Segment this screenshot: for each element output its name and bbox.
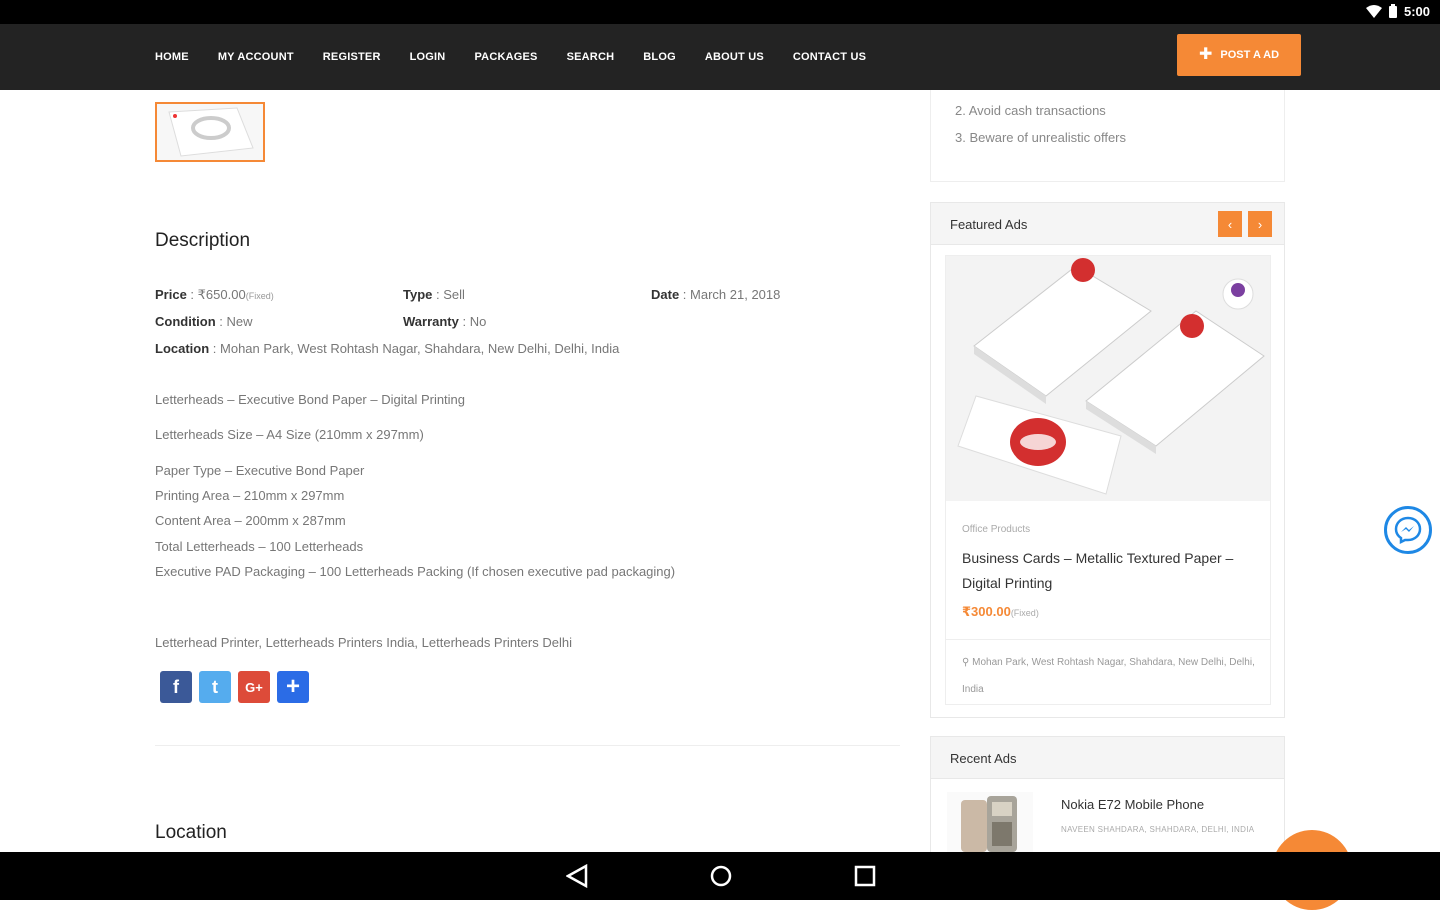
description-line: Paper Type – Executive Bond Paper [155,463,365,478]
google-plus-share-button[interactable]: G+ [238,671,270,703]
description-line: Content Area – 200mm x 287mm [155,513,346,528]
business-cards-image [946,256,1270,501]
safety-tips-panel: 2. Avoid cash transactions 3. Beware of … [930,90,1285,182]
date-field: Date : March 21, 2018 [651,287,781,302]
nav-about-us[interactable]: ABOUT US [705,51,764,63]
recent-ads-panel: Recent Ads Nokia E72 Mobile Phone NAVEEN… [930,736,1285,852]
location-label: Location [155,341,210,356]
recent-ads-title: Recent Ads [950,751,1017,766]
back-icon[interactable] [566,864,588,888]
description-line: Total Letterheads – 100 Letterheads [155,539,364,554]
date-value: March 21, 2018 [690,287,781,302]
condition-label: Condition [155,314,216,329]
post-ad-label: POST A AD [1220,49,1280,61]
nav-my-account[interactable]: MY ACCOUNT [218,51,294,63]
nav-links: HOME MY ACCOUNT REGISTER LOGIN PACKAGES … [155,24,866,90]
featured-ad-location-text: Mohan Park, West Rohtash Nagar, Shahdara… [962,657,1255,695]
type-value: Sell [443,287,465,302]
warranty-value: No [469,314,487,329]
description-line: Letterheads – Executive Bond Paper – Dig… [155,392,466,407]
featured-next-button[interactable]: › [1248,211,1272,237]
location-heading: Location [155,822,227,843]
phone-image [961,796,1017,852]
twitter-share-button[interactable]: t [199,671,231,703]
description-line: Letterheads Size – A4 Size (210mm x 297m… [155,427,424,442]
condition-value: New [226,314,253,329]
chevron-right-icon: › [1257,216,1263,232]
featured-ads-title: Featured Ads [950,217,1028,232]
messenger-chat-button[interactable] [1384,506,1432,554]
letterhead-thumbnail-image [157,104,263,160]
location-value: Mohan Park, West Rohtash Nagar, Shahdara… [220,341,620,356]
recent-ad-title[interactable]: Nokia E72 Mobile Phone [1061,797,1204,812]
wifi-icon [1365,4,1382,18]
safety-tip: 2. Avoid cash transactions [955,103,1106,118]
plus-icon: ✚ [1198,46,1213,63]
nav-packages[interactable]: PACKAGES [474,51,537,63]
facebook-icon: f [173,676,179,697]
warranty-field: Warranty : No [403,314,487,329]
social-share-bar: f t G+ + [160,671,309,703]
warranty-label: Warranty [403,314,459,329]
status-time: 5:00 [1403,4,1430,19]
nav-register[interactable]: REGISTER [323,51,381,63]
nav-contact-us[interactable]: CONTACT US [793,51,866,63]
more-share-button[interactable]: + [277,671,309,703]
section-divider [155,745,900,746]
messenger-icon [1394,516,1422,544]
recent-ad-image[interactable] [947,792,1033,852]
date-label: Date [651,287,680,302]
twitter-icon: t [212,676,218,697]
type-label: Type [403,287,433,302]
product-thumbnail[interactable] [155,102,265,162]
featured-ad-price-note: (Fixed) [1010,608,1039,618]
nav-home[interactable]: HOME [155,51,189,63]
nav-search[interactable]: SEARCH [567,51,615,63]
price-field: Price : ₹650.00(Fixed) [155,287,274,302]
tags-line: Letterhead Printer, Letterheads Printers… [155,635,572,650]
featured-ad-divider [946,639,1270,640]
safety-tip: 3. Beware of unrealistic offers [955,130,1127,145]
recent-ads-header: Recent Ads [931,737,1284,779]
plus-share-icon: + [285,673,300,700]
description-heading: Description [155,230,251,251]
recent-apps-icon[interactable] [854,864,876,888]
location-field: Location : Mohan Park, West Rohtash Naga… [155,341,620,356]
description-line: Executive PAD Packaging – 100 Letterhead… [155,564,676,579]
featured-ad-title[interactable]: Business Cards – Metallic Textured Paper… [962,546,1252,596]
google-plus-icon: G+ [245,679,263,695]
featured-ad-category: Office Products [962,524,1031,535]
nav-blog[interactable]: BLOG [643,51,676,63]
condition-field: Condition : New [155,314,253,329]
price-label: Price [155,287,187,302]
android-navigation-bar [0,852,1440,900]
recent-ad-location: NAVEEN SHAHDARA, SHAHDARA, DELHI, INDIA [1061,825,1255,834]
top-navbar: HOME MY ACCOUNT REGISTER LOGIN PACKAGES … [0,24,1440,90]
chevron-left-icon: ‹ [1227,216,1233,232]
featured-ads-header: Featured Ads ‹ › [931,203,1284,245]
featured-ad-location: ⚲ Mohan Park, West Rohtash Nagar, Shahda… [962,649,1262,703]
nav-login[interactable]: LOGIN [410,51,446,63]
description-line: Printing Area – 210mm x 297mm [155,488,345,503]
featured-ad-price: ₹300.00(Fixed) [962,604,1039,620]
featured-ads-panel: Featured Ads ‹ › Office Products Busines… [930,202,1285,718]
type-field: Type : Sell [403,287,465,302]
system-status-bar: 5:00 [0,0,1440,24]
price-note: (Fixed) [245,291,274,301]
facebook-share-button[interactable]: f [160,671,192,703]
home-icon[interactable] [709,864,733,888]
battery-icon [1388,4,1397,18]
featured-prev-button[interactable]: ‹ [1218,211,1242,237]
price-value: ₹650.00 [197,287,246,302]
featured-ad-price-value: ₹300.00 [962,604,1011,619]
map-pin-icon: ⚲ [962,657,970,668]
post-ad-button[interactable]: ✚ POST A AD [1177,34,1301,76]
featured-ad-card[interactable]: Office Products Business Cards – Metalli… [945,255,1271,705]
featured-ad-image[interactable] [946,256,1270,501]
